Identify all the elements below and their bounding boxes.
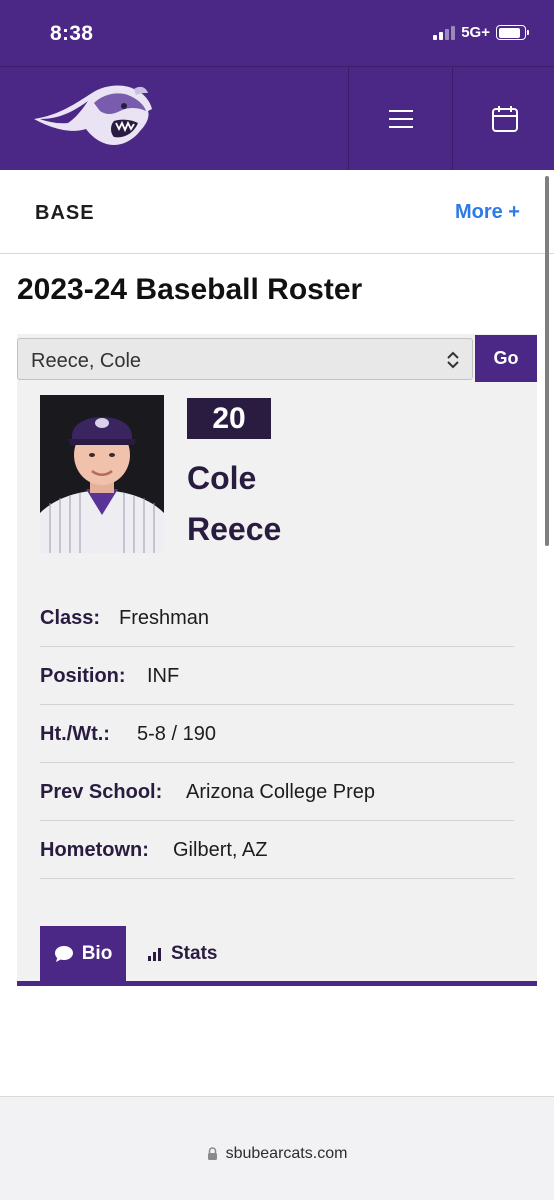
info-row-class: Class: Freshman [40, 589, 514, 647]
up-down-chevron-icon [447, 351, 459, 369]
lock-icon [207, 1147, 217, 1160]
profile-tabs: Bio Stats [17, 926, 537, 986]
bearcat-logo[interactable] [30, 79, 158, 159]
speech-bubble-icon [54, 945, 73, 962]
calendar-icon [491, 105, 518, 132]
info-label: Ht./Wt.: [40, 723, 110, 745]
info-label: Position: [40, 665, 126, 687]
info-value: INF [147, 665, 180, 687]
battery-icon [496, 25, 529, 40]
info-row-prev-school: Prev School: Arizona College Prep [40, 763, 514, 821]
cellular-signal-icon [433, 25, 456, 40]
tab-bio-label: Bio [81, 942, 113, 964]
more-link[interactable]: More + [455, 201, 520, 224]
network-type: 5G+ [461, 24, 490, 41]
url-text: sbubearcats.com [225, 1145, 348, 1162]
player-first-name: Cole [187, 460, 257, 496]
calendar-button[interactable] [452, 67, 554, 170]
hamburger-menu-icon [388, 109, 413, 128]
info-value: Gilbert, AZ [173, 839, 268, 861]
sport-subnav: BASE More + [0, 170, 554, 254]
tab-stats-label: Stats [171, 942, 218, 964]
info-value: 5-8 / 190 [137, 723, 216, 745]
page-title: 2023-24 Baseball Roster [17, 273, 363, 306]
info-row-hometown: Hometown: Gilbert, AZ [40, 821, 514, 879]
tab-bio[interactable]: Bio [40, 926, 126, 981]
info-value: Freshman [119, 607, 210, 629]
roster-panel: Reece, Cole Go 20 Cole Reece Class: Fres… [17, 334, 537, 986]
tab-stats[interactable]: Stats [147, 926, 217, 981]
status-bar: 8:38 5G+ [0, 0, 554, 66]
player-photo [40, 395, 164, 553]
info-label: Prev School: [40, 781, 163, 803]
page-scrollbar[interactable] [545, 176, 549, 546]
player-last-name: Reece [187, 511, 282, 547]
roster-select[interactable]: Reece, Cole [17, 338, 473, 380]
address-field[interactable]: sbubearcats.com [0, 1126, 554, 1182]
info-value: Arizona College Prep [186, 781, 375, 803]
menu-button[interactable] [348, 67, 452, 170]
go-button[interactable]: Go [475, 335, 537, 382]
bar-chart-icon [148, 947, 161, 961]
site-header [0, 66, 554, 170]
info-row-position: Position: INF [40, 647, 514, 705]
jersey-number: 20 [187, 398, 271, 439]
info-row-height-weight: Ht./Wt.: 5-8 / 190 [40, 705, 514, 763]
info-label: Class: [40, 607, 101, 629]
info-label: Hometown: [40, 839, 149, 861]
status-indicators: 5G+ [433, 24, 529, 41]
roster-select-value: Reece, Cole [31, 350, 142, 372]
status-time: 8:38 [50, 22, 94, 45]
sport-title: BASE [35, 202, 95, 224]
